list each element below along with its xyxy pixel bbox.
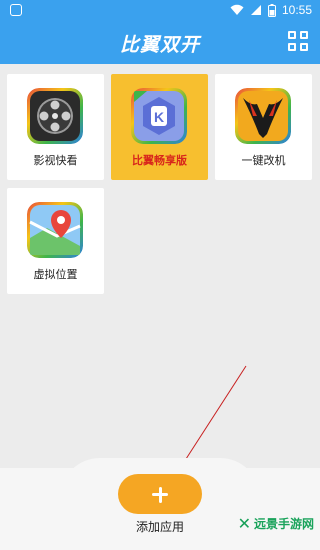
svg-text:K: K [154, 109, 164, 125]
mask-icon [235, 88, 291, 144]
wifi-icon [230, 4, 244, 15]
app-tile-xuni-weizhi[interactable]: 虚拟位置 [7, 188, 104, 294]
app-label: 影视快看 [33, 154, 78, 167]
grid-menu-icon[interactable] [288, 31, 310, 53]
app-label: 一键改机 [241, 154, 286, 167]
watermark-text: 远景手游网 [253, 517, 314, 531]
status-icons: 10:55 [230, 3, 312, 17]
notification-icon [10, 4, 22, 16]
clock: 10:55 [281, 3, 312, 17]
app-tile-biyi-changxiang[interactable]: K 比翼畅享版 [111, 74, 208, 180]
map-pin-icon [27, 202, 83, 258]
app-title: 比翼双开 [119, 34, 200, 56]
add-app-button[interactable] [118, 474, 202, 514]
app-label: 虚拟位置 [33, 268, 78, 281]
app-label: 比翼畅享版 [132, 154, 187, 167]
signal-icon [250, 5, 261, 15]
app-tile-yijian-gaiji[interactable]: 一键改机 [215, 74, 312, 180]
watermark-logo-icon: ✕ [237, 514, 251, 533]
k-app-icon: K [131, 88, 187, 144]
film-reel-icon [27, 88, 83, 144]
watermark: ✕ 远景手游网 [238, 514, 314, 533]
app-tile-yingshi[interactable]: 影视快看 [7, 74, 104, 180]
battery-icon [267, 3, 276, 17]
status-bar: 10:55 [0, 0, 320, 22]
app-bar: 比翼双开 [0, 22, 320, 64]
